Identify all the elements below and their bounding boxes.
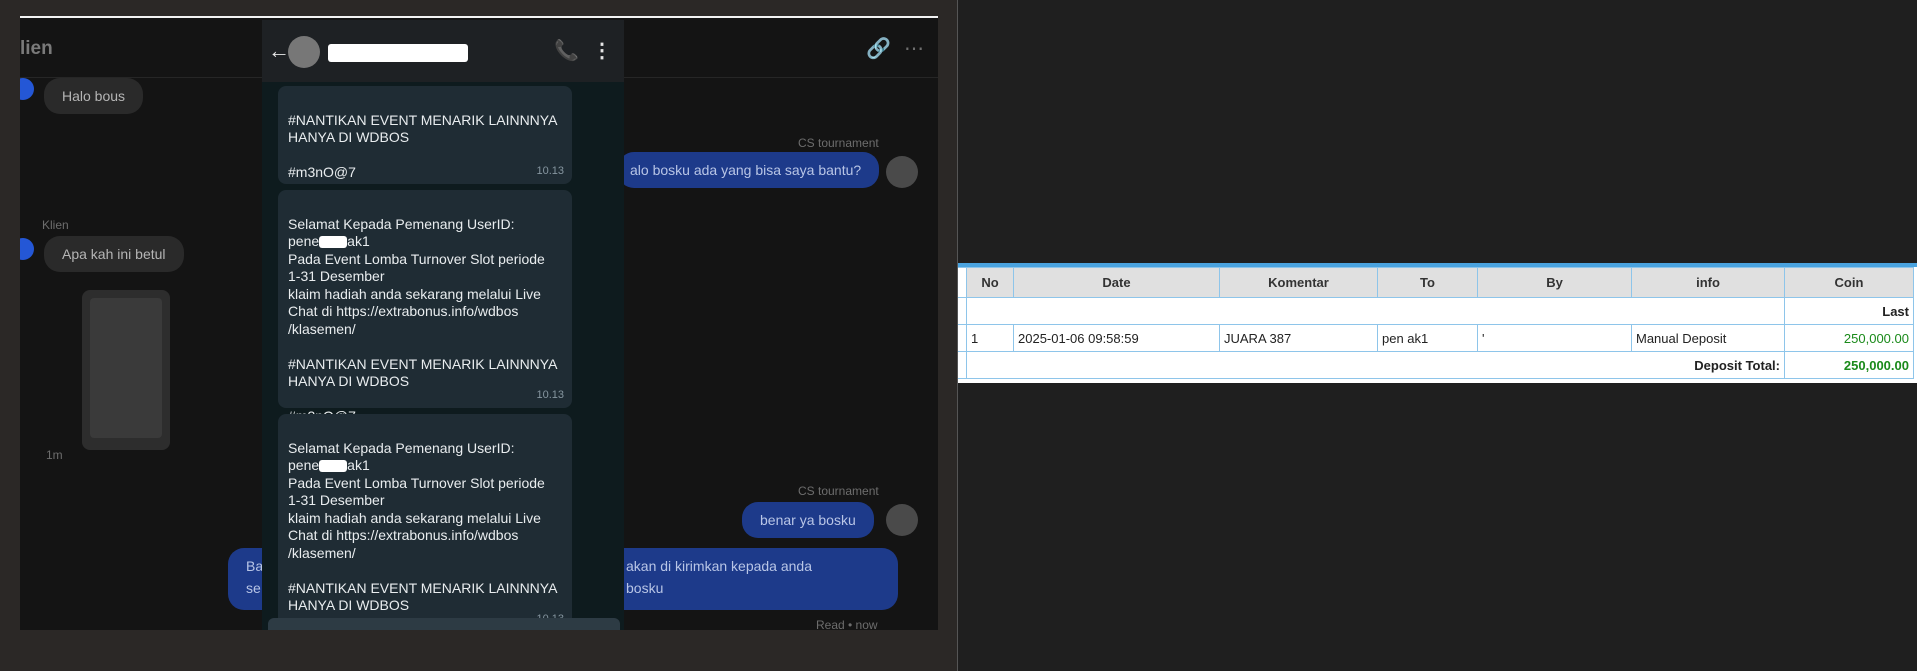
link-icon[interactable]: 🔗 bbox=[866, 36, 891, 61]
last-label: Last bbox=[1784, 297, 1914, 325]
redacted-userid bbox=[319, 460, 348, 473]
header-komentar[interactable]: Komentar bbox=[1219, 267, 1378, 298]
table-total-row: Deposit Total: 250,000.00 bbox=[958, 351, 1914, 379]
user-avatar bbox=[20, 78, 34, 100]
message-text: se bbox=[246, 580, 261, 596]
header-to[interactable]: To bbox=[1377, 267, 1478, 298]
menu-dots-icon[interactable]: ⋮ bbox=[592, 38, 612, 63]
message-time: 10.13 bbox=[536, 164, 564, 177]
deposit-table-panel: No Date Komentar To By info Coin Last 1 … bbox=[958, 263, 1917, 383]
empty-cell bbox=[966, 297, 1785, 325]
row-gutter bbox=[958, 324, 967, 352]
deposit-table: No Date Komentar To By info Coin Last 1 … bbox=[958, 267, 1914, 379]
table-row: Last bbox=[958, 297, 1914, 325]
agent-avatar bbox=[886, 504, 918, 536]
next-message-edge bbox=[268, 618, 620, 630]
deposit-total-value: 250,000.00 bbox=[1784, 351, 1914, 379]
header-no[interactable]: No bbox=[966, 267, 1014, 298]
header-coin[interactable]: Coin bbox=[1784, 267, 1914, 298]
header-info[interactable]: info bbox=[1631, 267, 1785, 298]
message-text: #NANTIKAN EVENT MENARIK LAINNNYA HANYA D… bbox=[288, 111, 558, 181]
cell-komentar: JUARA 387 bbox=[1219, 324, 1378, 352]
cell-by: ' bbox=[1477, 324, 1632, 352]
message-text: ak1 Pada Event Lomba Turnover Slot perio… bbox=[288, 457, 558, 613]
message-timestamp: 1m bbox=[46, 448, 63, 462]
header-by[interactable]: By bbox=[1477, 267, 1632, 298]
header-date[interactable]: Date bbox=[1013, 267, 1220, 298]
cell-info: Manual Deposit bbox=[1631, 324, 1785, 352]
read-status: Read • now bbox=[816, 618, 878, 630]
whatsapp-header: ← 📞 ⋮ bbox=[262, 20, 624, 82]
whatsapp-message: Selamat Kepada Pemenang UserID: pene ak1 … bbox=[278, 414, 572, 630]
user-label: Klien bbox=[42, 218, 69, 232]
agent-label: CS tournament bbox=[798, 136, 879, 150]
add-call-icon[interactable]: 📞 bbox=[554, 38, 579, 63]
user-avatar bbox=[20, 238, 34, 260]
message-text: bosku bbox=[626, 580, 664, 596]
table-row[interactable]: 1 2025-01-06 09:58:59 JUARA 387 pen ak1 … bbox=[958, 324, 1914, 352]
redacted-userid bbox=[319, 236, 348, 249]
more-icon[interactable]: ⋯ bbox=[904, 36, 924, 61]
whatsapp-message: #NANTIKAN EVENT MENARIK LAINNNYA HANYA D… bbox=[278, 86, 572, 184]
chat-title: lien bbox=[20, 38, 53, 59]
chat-screenshot-panel: lien 🔗 ⋯ Halo bous CS tournament alo bos… bbox=[0, 0, 957, 671]
row-gutter bbox=[958, 297, 967, 325]
cell-no: 1 bbox=[966, 324, 1014, 352]
back-arrow-icon[interactable]: ← bbox=[268, 38, 290, 64]
user-message: Apa kah ini betul bbox=[44, 236, 184, 272]
message-text: Ba bbox=[246, 558, 264, 574]
agent-avatar bbox=[886, 156, 918, 188]
cell-coin: 250,000.00 bbox=[1784, 324, 1914, 352]
row-gutter bbox=[958, 267, 967, 298]
message-text: akan di kirimkan kepada anda bbox=[626, 558, 813, 574]
cell-to: pen ak1 bbox=[1377, 324, 1478, 352]
contact-avatar bbox=[288, 36, 320, 68]
deposit-total-label: Deposit Total: bbox=[966, 351, 1785, 379]
message-text: ak1 Pada Event Lomba Turnover Slot perio… bbox=[288, 233, 558, 424]
screenshot-thumbnail[interactable] bbox=[82, 290, 170, 450]
agent-message: alo bosku ada yang bisa saya bantu? bbox=[618, 152, 880, 188]
cell-date: 2025-01-06 09:58:59 bbox=[1013, 324, 1220, 352]
thumbnail-image bbox=[90, 298, 162, 438]
screenshot-stage: lien 🔗 ⋯ Halo bous CS tournament alo bos… bbox=[0, 0, 1917, 671]
agent-label: CS tournament bbox=[798, 484, 879, 498]
whatsapp-message: Selamat Kepada Pemenang UserID: pene ak1 … bbox=[278, 190, 572, 424]
table-header-row: No Date Komentar To By info Coin bbox=[958, 267, 1914, 298]
message-time: 10.13 bbox=[536, 388, 564, 401]
row-gutter bbox=[958, 351, 967, 379]
user-message: Halo bous bbox=[44, 78, 144, 114]
redacted-contact-name bbox=[328, 44, 468, 62]
agent-message: benar ya bosku bbox=[742, 502, 874, 538]
phone-screenshot: ← 📞 ⋮ #NANTIKAN EVENT MENARIK LAINNNYA H… bbox=[262, 20, 624, 630]
